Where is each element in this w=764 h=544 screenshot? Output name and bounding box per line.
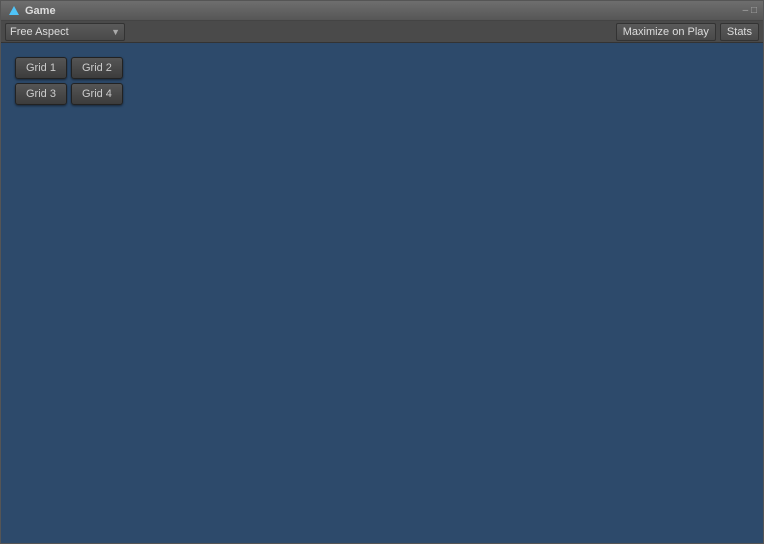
grid-buttons-container: Grid 1 Grid 2 Grid 3 Grid 4 xyxy=(15,57,123,105)
title-bar: Game – □ xyxy=(1,1,763,21)
unity-game-window: Game – □ Free Aspect ▼ Maximize on Play … xyxy=(0,0,764,544)
window-control-icons[interactable]: – □ xyxy=(743,5,757,16)
game-viewport: Grid 1 Grid 2 Grid 3 Grid 4 xyxy=(1,43,763,543)
stats-button[interactable]: Stats xyxy=(720,23,759,41)
window-title: Game xyxy=(25,5,56,17)
aspect-label: Free Aspect xyxy=(10,26,69,38)
window-controls: – □ xyxy=(743,5,757,16)
grid1-button[interactable]: Grid 1 xyxy=(15,57,67,79)
grid2-button[interactable]: Grid 2 xyxy=(71,57,123,79)
window-icon xyxy=(7,4,21,18)
toolbar: Free Aspect ▼ Maximize on Play Stats xyxy=(1,21,763,43)
grid4-button[interactable]: Grid 4 xyxy=(71,83,123,105)
aspect-dropdown[interactable]: Free Aspect ▼ xyxy=(5,23,125,41)
chevron-down-icon: ▼ xyxy=(111,27,120,37)
grid3-button[interactable]: Grid 3 xyxy=(15,83,67,105)
maximize-on-play-button[interactable]: Maximize on Play xyxy=(616,23,716,41)
